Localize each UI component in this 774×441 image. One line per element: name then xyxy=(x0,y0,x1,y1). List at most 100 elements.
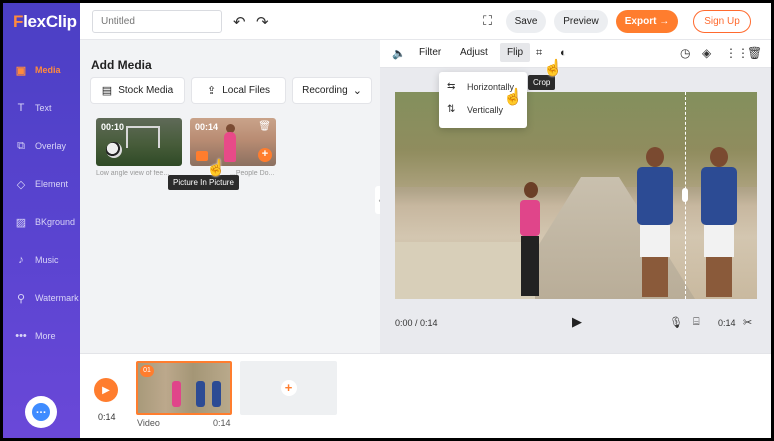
more-icon: ••• xyxy=(15,330,27,342)
sidebar-item-text[interactable]: T Text xyxy=(3,89,80,127)
recording-dropdown[interactable]: Recording ⌄ xyxy=(293,78,371,103)
flip-button[interactable]: Flip xyxy=(500,43,531,62)
sidebar-item-music[interactable]: ♪ Music xyxy=(3,241,80,279)
chat-bubble-icon: … xyxy=(32,403,50,421)
adjust-button[interactable]: Adjust xyxy=(460,47,488,58)
sidebar: FlexClip ▣ Media T Text ⧉ Overlay ◇ Elem… xyxy=(3,3,80,438)
add-clip-slot[interactable]: + xyxy=(240,361,337,415)
upload-icon: ⇪ xyxy=(206,85,217,97)
sidebar-item-overlay[interactable]: ⧉ Overlay xyxy=(3,127,80,165)
volume-icon[interactable]: 🔈 xyxy=(392,47,406,60)
sidebar-item-label: Watermark xyxy=(35,293,79,303)
clip-figure-graphic xyxy=(196,381,205,407)
runner-man-mirrored-graphic xyxy=(695,147,745,297)
sidebar-item-label: Text xyxy=(35,103,52,113)
timeline: ▶ 0:14 01 Video 0:14 + xyxy=(80,353,771,438)
local-files-label: Local Files xyxy=(222,85,271,96)
fullscreen-icon[interactable]: ⛶ xyxy=(483,13,492,29)
flip-vertical-icon: ⇅ xyxy=(447,104,456,115)
clip-duration: 0:14 xyxy=(213,418,231,428)
chat-button[interactable]: … xyxy=(25,396,57,428)
media-icon: ▣ xyxy=(15,64,27,77)
playback-controls: 0:00 / 0:14 ▶ 🎙 ⌸ 0:14 ✂ xyxy=(380,305,771,335)
export-button[interactable]: Export → xyxy=(616,10,678,33)
add-to-timeline-icon[interactable]: + xyxy=(258,148,272,162)
local-files-button[interactable]: ⇪ Local Files xyxy=(192,78,285,103)
sidebar-item-label: More xyxy=(35,331,56,341)
watermark-icon: ⚲ xyxy=(16,292,26,305)
music-icon: ♪ xyxy=(18,254,24,266)
pip-tooltip: Picture In Picture xyxy=(168,175,239,190)
sidebar-item-element[interactable]: ◇ Element xyxy=(3,165,80,203)
stock-media-icon: ▤ xyxy=(101,85,113,97)
plus-icon: + xyxy=(280,380,297,396)
clip-figure-graphic xyxy=(212,381,221,407)
sidebar-nav: ▣ Media T Text ⧉ Overlay ◇ Element ▨ BKg… xyxy=(3,51,80,355)
scissors-icon[interactable]: ✂ xyxy=(743,316,752,329)
layers-icon[interactable]: ◈ xyxy=(702,46,711,60)
timeline-clip[interactable]: 01 xyxy=(136,361,232,415)
clip-toolbar: 🔈 Filter Adjust Flip ⌗ ◐ ◷ ◈ ⋮⋮ 🗑 xyxy=(380,40,771,68)
filter-button[interactable]: Filter xyxy=(419,47,441,58)
save-button[interactable]: Save xyxy=(506,10,546,33)
hand-cursor-icon: ☝ xyxy=(503,89,523,106)
video-ground-graphic xyxy=(395,242,535,299)
stock-media-button[interactable]: ▤ Stock Media xyxy=(91,78,184,103)
sidebar-item-label: Overlay xyxy=(35,141,67,151)
hand-cursor-icon: ☝ xyxy=(543,60,563,77)
flip-horizontal-icon: ⇆ xyxy=(447,81,456,92)
play-icon[interactable]: ▶ xyxy=(572,314,582,330)
chevron-down-icon: ⌄ xyxy=(352,85,362,97)
preview-button[interactable]: Preview xyxy=(554,10,608,33)
background-icon: ▨ xyxy=(15,216,27,229)
flip-vertical-label: Vertically xyxy=(467,104,504,115)
runner-man-graphic xyxy=(631,147,681,297)
clip-label: Video xyxy=(137,418,160,428)
project-title-input[interactable] xyxy=(92,10,222,33)
timeline-play-button[interactable]: ▶ xyxy=(94,378,118,402)
sidebar-item-label: BKground xyxy=(35,217,76,227)
redo-icon[interactable]: ↷ xyxy=(256,13,269,31)
sign-up-button[interactable]: Sign Up xyxy=(693,10,751,33)
sidebar-item-more[interactable]: ••• More xyxy=(3,317,80,355)
undo-icon[interactable]: ↶ xyxy=(233,13,246,31)
text-icon: T xyxy=(17,102,25,114)
media-thumbnail[interactable]: 00:14 🗑 + xyxy=(190,118,276,166)
microphone-icon[interactable]: 🎙 xyxy=(669,316,683,329)
top-bar: ↶ ↷ ⛶ Save Preview Export → Sign Up xyxy=(80,3,771,40)
sidebar-item-background[interactable]: ▨ BKground xyxy=(3,203,80,241)
sidebar-item-watermark[interactable]: ⚲ Watermark xyxy=(3,279,80,317)
soccer-ball-graphic xyxy=(106,142,122,158)
element-icon: ◇ xyxy=(16,178,26,191)
app-window: FlexClip ▣ Media T Text ⧉ Overlay ◇ Elem… xyxy=(3,3,771,438)
resize-handle[interactable] xyxy=(682,188,688,202)
sidebar-item-label: Media xyxy=(35,65,61,75)
flexclip-logo: FlexClip xyxy=(13,12,77,31)
panel-title: Add Media xyxy=(91,58,152,72)
clock-icon[interactable]: ◷ xyxy=(680,46,690,60)
clip-duration: 0:14 xyxy=(718,318,736,328)
hand-cursor-icon: ☝ xyxy=(206,160,226,177)
timeline-time: 0:14 xyxy=(98,412,116,422)
playback-time: 0:00 / 0:14 xyxy=(395,318,438,328)
media-panel: Add Media ▤ Stock Media ⇪ Local Files Re… xyxy=(80,40,380,353)
recording-label: Recording xyxy=(302,85,348,96)
trash-icon[interactable]: 🗑 xyxy=(747,46,762,60)
sidebar-item-label: Element xyxy=(35,179,69,189)
flip-vertical-item[interactable]: ⇅ Vertically xyxy=(447,104,503,115)
thumbnail-duration: 00:14 xyxy=(195,122,219,132)
crop-icon[interactable]: ⌗ xyxy=(536,47,542,60)
grid-icon[interactable]: ⋮⋮ xyxy=(725,46,749,60)
runner-woman-graphic xyxy=(517,182,543,299)
sidebar-item-label: Music xyxy=(35,255,59,265)
clip-number-badge: 01 xyxy=(140,365,154,377)
trash-icon[interactable]: 🗑 xyxy=(258,121,271,132)
soccer-goal-graphic xyxy=(126,126,160,148)
media-thumbnail[interactable]: 00:10 xyxy=(96,118,182,166)
thumbnail-duration: 00:10 xyxy=(101,122,125,132)
clip-figure-graphic xyxy=(172,381,181,407)
sidebar-item-media[interactable]: ▣ Media xyxy=(3,51,80,89)
stock-media-label: Stock Media xyxy=(118,85,174,96)
resize-canvas-icon[interactable]: ⌸ xyxy=(693,316,700,329)
overlay-icon: ⧉ xyxy=(17,139,25,152)
